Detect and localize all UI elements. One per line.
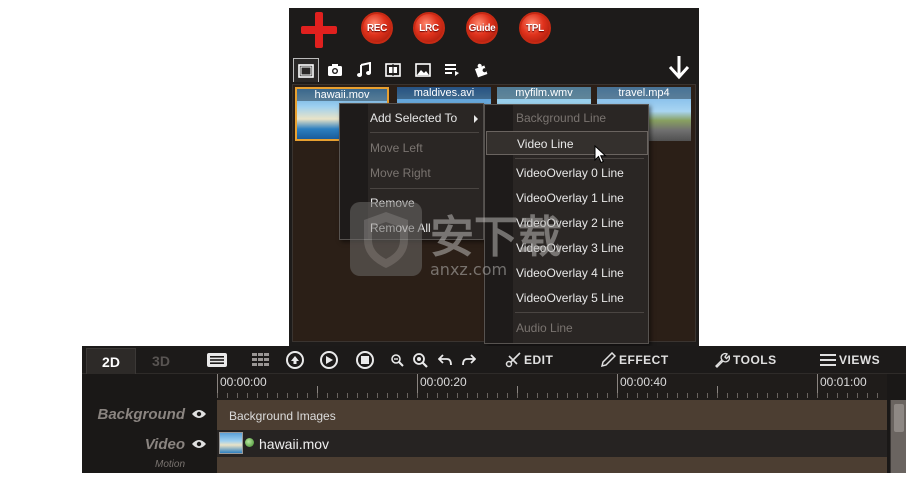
play-icon — [320, 351, 338, 369]
add-media-button[interactable] — [301, 12, 337, 48]
mouse-cursor-icon — [594, 145, 607, 164]
eye-icon[interactable] — [191, 409, 207, 419]
stop-icon — [356, 351, 374, 369]
submenu-item-videooverlay-1[interactable]: VideoOverlay 1 Line — [486, 186, 648, 210]
tab-text[interactable] — [439, 58, 465, 82]
image-icon — [415, 63, 431, 77]
camera-icon — [328, 64, 342, 76]
track-sublabel: Motion — [154, 459, 185, 470]
submenu-arrow-icon — [474, 115, 478, 123]
undo-icon — [438, 354, 452, 366]
tab-video[interactable] — [293, 58, 319, 82]
ruler-label: 00:00:00 — [220, 375, 267, 389]
arrow-down-icon — [668, 56, 690, 80]
tab-photo[interactable] — [322, 58, 348, 82]
timeline-clip-name[interactable]: hawaii.mov — [259, 436, 329, 452]
submenu-item-videooverlay-2[interactable]: VideoOverlay 2 Line — [486, 211, 648, 235]
menu-item-move-right[interactable]: Move Right — [370, 162, 431, 184]
menu-item-move-left[interactable]: Move Left — [370, 137, 423, 159]
rec-button[interactable]: REC — [361, 12, 393, 44]
stop-button[interactable] — [354, 350, 376, 370]
puzzle-icon — [474, 63, 488, 78]
tab-3d[interactable]: 3D — [138, 348, 184, 374]
redo-icon — [462, 354, 476, 366]
zoom-out-button[interactable] — [386, 350, 408, 370]
list-view-button[interactable] — [206, 350, 228, 370]
submenu-item-video-line[interactable]: Video Line — [486, 131, 648, 155]
menu-item-remove[interactable]: Remove — [370, 192, 415, 214]
zoom-in-icon — [413, 353, 428, 368]
effect-menu-label: EFFECT — [619, 353, 669, 367]
text-icon — [445, 64, 459, 76]
track-name: Background — [97, 406, 185, 423]
clip-name: travel.mp4 — [597, 87, 691, 99]
ruler-label: 00:00:20 — [420, 375, 467, 389]
tab-plugin[interactable] — [468, 58, 494, 82]
submenu-item-background-line[interactable]: Background Line — [486, 106, 648, 130]
tab-2d[interactable]: 2D — [86, 348, 136, 374]
tab-music[interactable] — [351, 58, 377, 82]
tpl-button[interactable]: TPL — [519, 12, 551, 44]
views-menu-label: VIEWS — [839, 353, 881, 367]
ruler-label: 00:00:40 — [620, 375, 667, 389]
submenu-item-videooverlay-5[interactable]: VideoOverlay 5 Line — [486, 286, 648, 310]
scrollbar-thumb[interactable] — [894, 404, 904, 432]
tab-transition[interactable] — [380, 58, 406, 82]
pencil-icon — [600, 352, 616, 368]
download-button[interactable] — [667, 54, 691, 82]
scissors-icon — [505, 352, 521, 368]
motion-track-lane[interactable] — [217, 457, 887, 473]
eye-icon[interactable] — [191, 439, 207, 449]
edit-menu-label: EDIT — [524, 353, 554, 367]
wrench-icon — [715, 352, 730, 368]
track-header-video: Video Motion — [82, 430, 217, 473]
grid-view-button[interactable] — [250, 350, 272, 370]
ruler-label: 00:01:00 — [820, 375, 867, 389]
transition-icon — [385, 63, 401, 77]
menu-icon — [820, 354, 836, 366]
undo-button[interactable] — [434, 350, 456, 370]
timeline-toolbar: 2D 3D EDIT EFFECT TOOLS VIEWS — [82, 346, 906, 374]
list-icon — [207, 353, 227, 367]
tools-menu-button[interactable]: TOOLS — [714, 350, 777, 370]
submenu-item-videooverlay-4[interactable]: VideoOverlay 4 Line — [486, 261, 648, 285]
effect-menu-button[interactable]: EFFECT — [600, 350, 669, 370]
track-header-background: Background — [82, 400, 217, 430]
menu-item-add-selected-to[interactable]: Add Selected To — [370, 107, 457, 129]
grid-icon — [252, 353, 269, 366]
tab-image[interactable] — [410, 58, 436, 82]
zoom-in-button[interactable] — [409, 350, 431, 370]
timeline-clip-thumbnail[interactable] — [219, 432, 243, 454]
views-menu-button[interactable]: VIEWS — [820, 350, 880, 370]
upload-button[interactable] — [284, 350, 306, 370]
guide-button[interactable]: Guide — [466, 12, 498, 44]
film-icon — [298, 63, 314, 78]
track-name: Video — [144, 436, 185, 453]
zoom-out-icon — [391, 354, 404, 367]
menu-item-remove-all[interactable]: Remove All — [370, 217, 431, 239]
clip-context-menu: Add Selected To Move Left Move Right Rem… — [339, 103, 484, 240]
submenu-item-audio-line[interactable]: Audio Line — [486, 316, 648, 340]
lrc-button[interactable]: LRC — [413, 12, 445, 44]
add-to-line-submenu: Background Line Video Line VideoOverlay … — [484, 104, 649, 344]
submenu-item-videooverlay-3[interactable]: VideoOverlay 3 Line — [486, 236, 648, 260]
redo-button[interactable] — [458, 350, 480, 370]
media-type-tabs — [292, 58, 696, 84]
clip-name: myfilm.wmv — [497, 87, 591, 99]
submenu-item-videooverlay-0[interactable]: VideoOverlay 0 Line — [486, 161, 648, 185]
track-content-label: Background Images — [229, 409, 336, 423]
edit-menu-button[interactable]: EDIT — [505, 350, 553, 370]
time-ruler[interactable]: 00:00:00 00:00:20 00:00:40 00:01:00 — [217, 374, 887, 400]
timeline-panel: 2D 3D EDIT EFFECT TOOLS VIEWS 00:00:00 0… — [82, 346, 906, 473]
clip-name: maldives.avi — [397, 87, 491, 99]
clip-name: hawaii.mov — [297, 89, 387, 101]
clip-status-icon — [245, 438, 254, 447]
play-button[interactable] — [318, 350, 340, 370]
timeline-scrollbar[interactable] — [890, 400, 906, 473]
tools-menu-label: TOOLS — [733, 353, 777, 367]
arrow-up-circle-icon — [286, 351, 304, 369]
music-icon — [357, 62, 371, 77]
background-track-lane[interactable]: Background Images — [217, 400, 887, 430]
